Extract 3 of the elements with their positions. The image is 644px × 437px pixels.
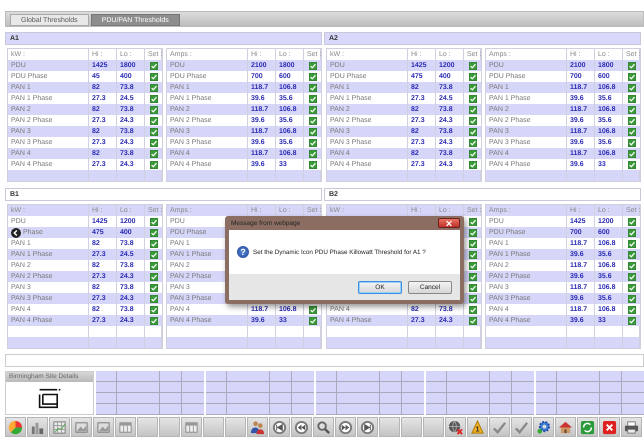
question-icon: ? [237, 246, 249, 258]
toolbar-button[interactable]: 1 [467, 417, 488, 437]
alert-count: 1 [475, 424, 480, 434]
